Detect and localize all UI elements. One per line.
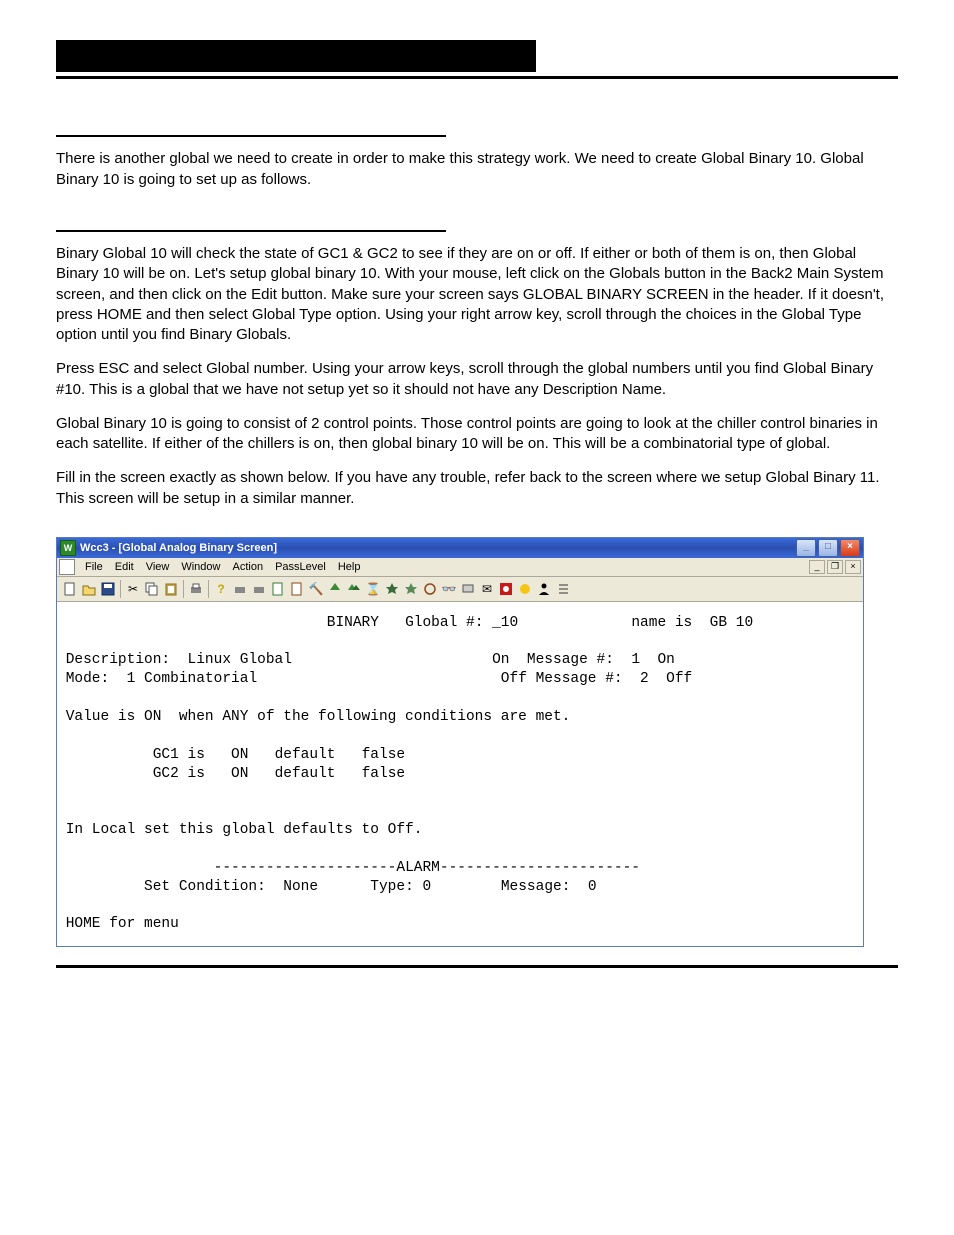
on-message-label: On Message #: xyxy=(492,652,614,668)
printer1-icon[interactable] xyxy=(231,580,249,598)
alarm-message-label: Message: xyxy=(501,879,571,895)
menu-help[interactable]: Help xyxy=(332,561,367,573)
menu-window[interactable]: Window xyxy=(175,561,226,573)
glasses-icon[interactable]: 👓 xyxy=(440,580,458,598)
section-divider-2 xyxy=(56,230,446,232)
maximize-button[interactable]: □ xyxy=(818,539,838,557)
menu-edit[interactable]: Edit xyxy=(109,561,140,573)
description-label: Description: xyxy=(66,652,170,668)
alarm-set-value[interactable]: None xyxy=(283,879,318,895)
copy-icon[interactable] xyxy=(143,580,161,598)
paragraph: Fill in the screen exactly as shown belo… xyxy=(56,468,898,509)
new-icon[interactable] xyxy=(61,580,79,598)
star2-icon[interactable] xyxy=(402,580,420,598)
mode-label: Mode: xyxy=(66,671,110,687)
minimize-button[interactable]: _ xyxy=(796,539,816,557)
off-message-text: Off xyxy=(666,671,692,687)
print-icon[interactable] xyxy=(187,580,205,598)
bottom-divider xyxy=(56,965,898,968)
hidden-heading-2: Setting up Global Binary 10 xyxy=(56,204,898,224)
value-condition-line: Value is ON when ANY of the following co… xyxy=(66,709,571,725)
tree-icon[interactable] xyxy=(326,580,344,598)
app-window: W Wcc3 - [Global Analog Binary Screen] _… xyxy=(56,537,864,947)
mdi-minimize-button[interactable]: _ xyxy=(809,560,825,574)
yellow-dot-icon[interactable] xyxy=(516,580,534,598)
star1-icon[interactable] xyxy=(383,580,401,598)
mdi-restore-button[interactable]: ❐ xyxy=(827,560,843,574)
app-icon: W xyxy=(60,540,76,556)
mdi-close-button[interactable]: × xyxy=(845,560,861,574)
hammer-icon[interactable]: 🔨 xyxy=(307,580,325,598)
cut-icon[interactable]: ✂ xyxy=(124,580,142,598)
off-message-label: Off Message #: xyxy=(501,671,623,687)
close-button[interactable]: × xyxy=(840,539,860,557)
global-name: GB 10 xyxy=(710,615,754,631)
paragraph: There is another global we need to creat… xyxy=(56,149,898,190)
paragraph: Global Binary 10 is going to consist of … xyxy=(56,414,898,455)
off-message-num[interactable]: 2 xyxy=(640,671,649,687)
alarm-type-label: Type: xyxy=(370,879,414,895)
alarm-type-value[interactable]: 0 xyxy=(423,879,432,895)
paste-icon[interactable] xyxy=(162,580,180,598)
on-message-num[interactable]: 1 xyxy=(631,652,640,668)
condition-state[interactable]: ON xyxy=(231,747,248,763)
hourglass-icon[interactable]: ⌛ xyxy=(364,580,382,598)
condition-state[interactable]: ON xyxy=(231,766,248,782)
mdi-icon[interactable] xyxy=(59,559,75,575)
save-icon[interactable] xyxy=(99,580,117,598)
window-title: Wcc3 - [Global Analog Binary Screen] xyxy=(80,542,796,554)
alarm-set-label: Set Condition: xyxy=(144,879,266,895)
pc-icon[interactable] xyxy=(459,580,477,598)
open-icon[interactable] xyxy=(80,580,98,598)
menu-bar: File Edit View Window Action PassLevel H… xyxy=(57,558,863,577)
menu-view[interactable]: View xyxy=(140,561,176,573)
doc-plus-icon[interactable] xyxy=(269,580,287,598)
trees-icon[interactable] xyxy=(345,580,363,598)
paragraph: Press ESC and select Global number. Usin… xyxy=(56,359,898,400)
toolbar: ✂ ? 🔨 ⌛ 👓 ✉ xyxy=(57,577,863,602)
printer2-icon[interactable] xyxy=(250,580,268,598)
section-divider-1 xyxy=(56,135,446,137)
menu-file[interactable]: File xyxy=(79,561,109,573)
mail-icon[interactable]: ✉ xyxy=(478,580,496,598)
description-value[interactable]: Linux Global xyxy=(188,652,292,668)
global-num-label: Global #: xyxy=(405,615,483,631)
doc-icon[interactable] xyxy=(288,580,306,598)
title-bar: W Wcc3 - [Global Analog Binary Screen] _… xyxy=(57,538,863,558)
footer-hint: HOME for menu xyxy=(66,916,179,932)
condition-point[interactable]: GC1 xyxy=(153,747,179,763)
name-is-label: name is xyxy=(631,615,692,631)
menu-action[interactable]: Action xyxy=(226,561,269,573)
paragraph: Binary Global 10 will check the state of… xyxy=(56,244,898,345)
terminal-content: BINARY Global #: _10 name is GB 10 Descr… xyxy=(57,602,863,946)
top-divider xyxy=(56,76,898,79)
person-icon[interactable] xyxy=(535,580,553,598)
kind-label: BINARY xyxy=(327,615,379,631)
menu-passlevel[interactable]: PassLevel xyxy=(269,561,332,573)
alarm-divider: ---------------------ALARM--------------… xyxy=(214,860,640,876)
condition-point[interactable]: GC2 xyxy=(153,766,179,782)
alarm-message-value[interactable]: 0 xyxy=(588,879,597,895)
list-icon[interactable] xyxy=(554,580,572,598)
header-bar xyxy=(56,40,536,72)
red-button-icon[interactable] xyxy=(497,580,515,598)
help-icon[interactable]: ? xyxy=(212,580,230,598)
on-message-text: On xyxy=(657,652,674,668)
condition-default[interactable]: false xyxy=(362,766,406,782)
wheel-icon[interactable] xyxy=(421,580,439,598)
condition-default[interactable]: false xyxy=(362,747,406,763)
global-num-value[interactable]: _10 xyxy=(492,615,518,631)
local-default-line: In Local set this global defaults to Off… xyxy=(66,822,423,838)
hidden-heading-1: Setting up Global Binary 10 xyxy=(56,109,898,129)
mode-value[interactable]: 1 Combinatorial xyxy=(127,671,258,687)
